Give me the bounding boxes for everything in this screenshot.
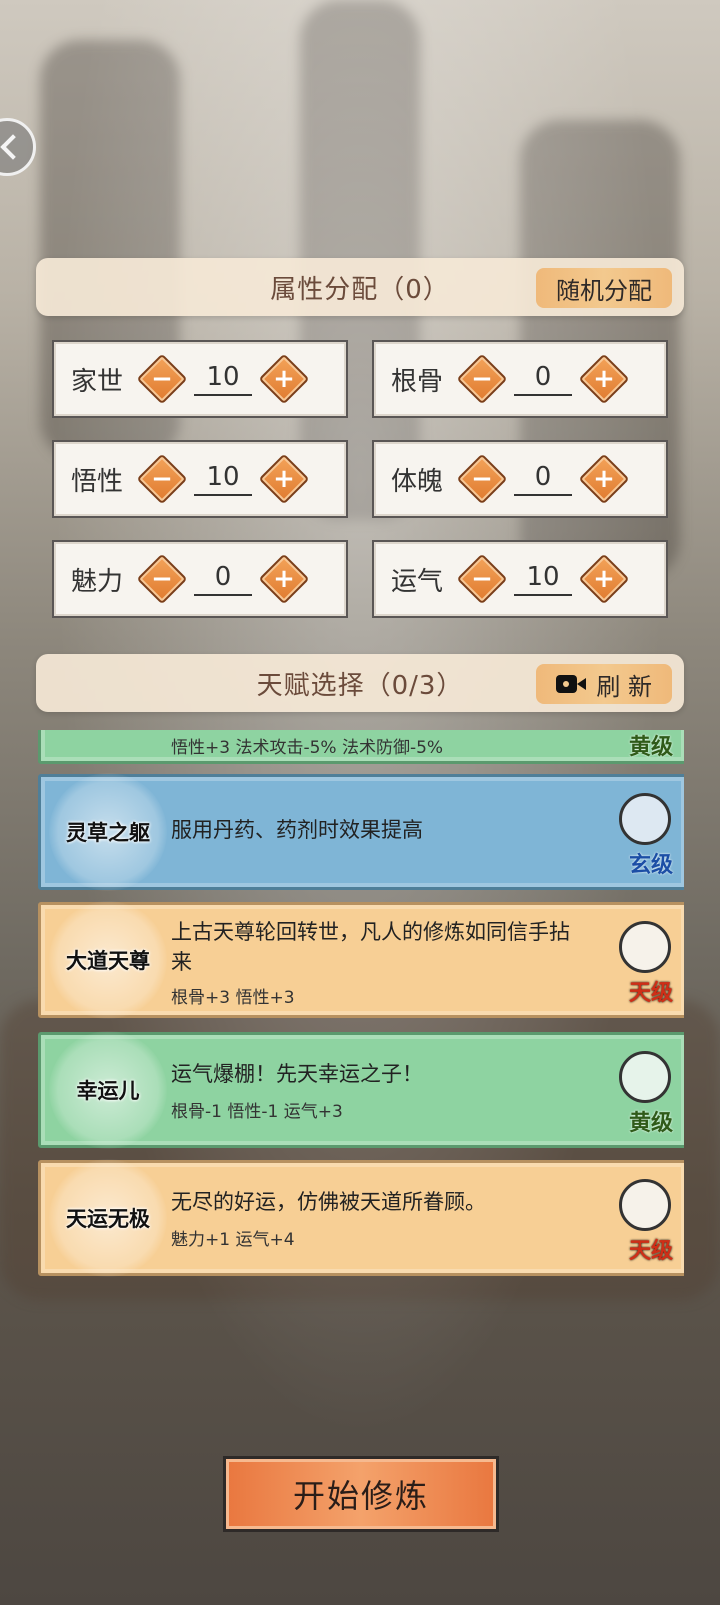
talent-list[interactable]: 悟性+3 法术攻击-5% 法术防御-5% 黄级 灵草之躯 服用丹药、药剂时效果提… bbox=[36, 730, 684, 1290]
talent-seal: 灵草之躯 bbox=[49, 773, 167, 891]
attribute-value: 10 bbox=[194, 462, 252, 496]
increase-button[interactable]: + bbox=[258, 553, 310, 605]
random-allocate-label: 随机分配 bbox=[556, 276, 652, 305]
plus-icon: + bbox=[273, 564, 295, 594]
attribute-value: 10 bbox=[514, 562, 572, 596]
attribute-value: 10 bbox=[194, 362, 252, 396]
attribute-label: 家世 bbox=[70, 366, 123, 397]
minus-icon: − bbox=[471, 464, 493, 494]
talent-grade: 玄级 bbox=[628, 853, 673, 878]
attribute-header: 属性分配（0） 随机分配 bbox=[36, 258, 684, 316]
talent-stats: 根骨+3 悟性+3 bbox=[171, 988, 295, 1008]
talent-grade: 黄级 bbox=[628, 735, 673, 760]
refresh-label: 刷 新 bbox=[596, 672, 652, 701]
increase-button[interactable]: + bbox=[258, 453, 310, 505]
plus-icon: + bbox=[593, 564, 615, 594]
attribute-card-jiashi: 家世 − 10 + bbox=[52, 340, 348, 418]
talent-card[interactable]: 灵草之躯 服用丹药、药剂时效果提高 玄级 bbox=[38, 773, 684, 891]
talent-name: 幸运儿 bbox=[76, 1079, 140, 1103]
increase-button[interactable]: + bbox=[258, 353, 310, 405]
plus-icon: + bbox=[593, 364, 615, 394]
attribute-label: 根骨 bbox=[390, 366, 443, 397]
talent-seal: 天运无极 bbox=[49, 1159, 167, 1277]
talent-grade: 天级 bbox=[628, 1239, 673, 1264]
attribute-card-wuxing: 悟性 − 10 + bbox=[52, 440, 348, 518]
talent-title: 天赋选择（0/3） bbox=[256, 670, 464, 701]
talent-description: 上古天尊轮回转世，凡人的修炼如同信手拈来 bbox=[171, 920, 570, 974]
attribute-card-gengu: 根骨 − 0 + bbox=[372, 340, 668, 418]
plus-icon: + bbox=[593, 464, 615, 494]
talent-seal: 幸运儿 bbox=[49, 1031, 167, 1149]
decrease-button[interactable]: − bbox=[136, 453, 188, 505]
attribute-value: 0 bbox=[194, 562, 252, 596]
plus-icon: + bbox=[273, 464, 295, 494]
increase-button[interactable]: + bbox=[578, 553, 630, 605]
attribute-label: 运气 bbox=[390, 566, 443, 597]
attribute-card-meili: 魅力 − 0 + bbox=[52, 540, 348, 618]
plus-icon: + bbox=[273, 364, 295, 394]
talent-select-radio[interactable] bbox=[619, 1051, 671, 1103]
increase-button[interactable]: + bbox=[578, 353, 630, 405]
decrease-button[interactable]: − bbox=[136, 553, 188, 605]
talent-description: 无尽的好运，仿佛被天道所眷顾。 bbox=[171, 1190, 486, 1214]
talent-select-radio[interactable] bbox=[619, 793, 671, 845]
attribute-value: 0 bbox=[514, 462, 572, 496]
talent-name: 天运无极 bbox=[66, 1207, 150, 1231]
video-icon bbox=[556, 673, 587, 695]
talent-grade: 黄级 bbox=[628, 1111, 673, 1136]
decrease-button[interactable]: − bbox=[136, 353, 188, 405]
talent-grade: 天级 bbox=[628, 981, 673, 1006]
minus-icon: − bbox=[151, 364, 173, 394]
talent-select-radio[interactable] bbox=[619, 921, 671, 973]
start-cultivation-button[interactable]: 开始修炼 bbox=[223, 1456, 499, 1532]
attribute-label: 悟性 bbox=[70, 466, 123, 497]
talent-description: 运气爆棚！先天幸运之子！ bbox=[171, 1062, 423, 1086]
minus-icon: − bbox=[471, 564, 493, 594]
minus-icon: − bbox=[471, 364, 493, 394]
decrease-button[interactable]: − bbox=[456, 353, 508, 405]
talent-name: 大道天尊 bbox=[66, 949, 150, 973]
attribute-title: 属性分配（0） bbox=[270, 274, 450, 305]
attribute-label: 体魄 bbox=[390, 466, 443, 497]
decrease-button[interactable]: − bbox=[456, 453, 508, 505]
talent-card[interactable]: 天运无极 无尽的好运，仿佛被天道所眷顾。 魅力+1 运气+4 天级 bbox=[38, 1159, 684, 1277]
talent-card[interactable]: 幸运儿 运气爆棚！先天幸运之子！ 根骨-1 悟性-1 运气+3 黄级 bbox=[38, 1031, 684, 1149]
talent-card[interactable]: 悟性+3 法术攻击-5% 法术防御-5% 黄级 bbox=[38, 730, 684, 764]
minus-icon: − bbox=[151, 564, 173, 594]
talent-header: 天赋选择（0/3） 刷 新 bbox=[36, 654, 684, 712]
increase-button[interactable]: + bbox=[578, 453, 630, 505]
talent-stats: 根骨-1 悟性-1 运气+3 bbox=[171, 1102, 343, 1122]
talent-stats: 悟性+3 法术攻击-5% 法术防御-5% bbox=[171, 738, 444, 758]
attribute-value: 0 bbox=[514, 362, 572, 396]
talent-card[interactable]: 大道天尊 上古天尊轮回转世，凡人的修炼如同信手拈来 根骨+3 悟性+3 天级 bbox=[38, 901, 684, 1019]
decrease-button[interactable]: − bbox=[456, 553, 508, 605]
attribute-card-tipo: 体魄 − 0 + bbox=[372, 440, 668, 518]
talent-name: 灵草之躯 bbox=[66, 821, 150, 845]
talent-stats: 魅力+1 运气+4 bbox=[171, 1230, 295, 1250]
talent-description: 服用丹药、药剂时效果提高 bbox=[171, 818, 423, 842]
chevron-left-icon bbox=[0, 134, 26, 160]
refresh-button[interactable]: 刷 新 bbox=[536, 664, 672, 704]
talent-seal: 大道天尊 bbox=[49, 901, 167, 1019]
minus-icon: − bbox=[151, 464, 173, 494]
attribute-card-yunqi: 运气 − 10 + bbox=[372, 540, 668, 618]
random-allocate-button[interactable]: 随机分配 bbox=[536, 268, 672, 308]
talent-select-radio[interactable] bbox=[619, 1179, 671, 1231]
start-cultivation-label: 开始修炼 bbox=[292, 1477, 429, 1515]
attribute-label: 魅力 bbox=[70, 566, 123, 597]
